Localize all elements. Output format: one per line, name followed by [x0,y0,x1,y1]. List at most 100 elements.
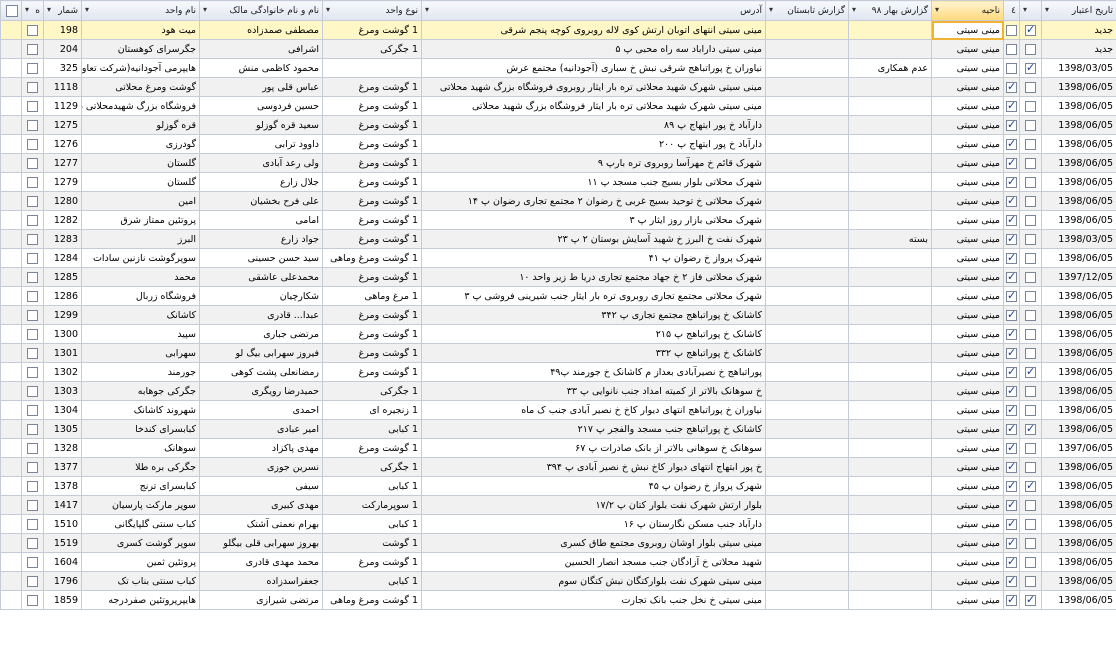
spring-cell[interactable] [848,248,932,268]
table-row[interactable]: 1302 جورمند رمضانعلی پشت کوهی 1 گوشت ومرغ پو… [0,362,1116,382]
dropdown-arrow-icon[interactable]: ▾ [25,5,29,14]
c0-cell[interactable] [21,172,44,192]
table-row[interactable]: 1284 سوپرگوشت نازنین سادات سید حسن حسینی 1 … [0,248,1116,268]
c0-checkbox[interactable] [27,62,38,74]
chk2-cell[interactable] [1003,229,1020,249]
chk1-checkbox[interactable] [1025,479,1036,492]
unit-type-cell[interactable]: 1 گوشت ومرغ [322,172,422,192]
unit-type-cell[interactable]: 1 گوشت ومرغ [322,343,422,363]
owner-cell[interactable]: جعفراسدزاده [199,571,323,591]
address-cell[interactable]: شهرک قائم خ مهرآسا روبروی تره بارپ ۹ [421,153,766,173]
summer-cell[interactable] [765,324,849,344]
chk2-checkbox[interactable] [1006,384,1017,397]
table-row[interactable]: 1129 فروشگاه بزرگ شهیدمحلاتی غر حسین فردوس… [0,96,1116,116]
date-cell[interactable]: 1398/03/05 [1041,229,1116,249]
chk2-checkbox[interactable] [1006,536,1017,549]
address-cell[interactable]: کاشانک خ پوراتباهج پ ۳۳۲ [421,343,766,363]
summer-cell[interactable] [765,514,849,534]
address-cell[interactable]: شهرک محلاتی خ توحید بسیج غربی خ رضوان ۲ … [421,191,766,211]
chk1-cell[interactable] [1019,58,1042,78]
c0-cell[interactable] [21,191,44,211]
date-cell[interactable]: 1398/06/05 [1041,115,1116,135]
summer-cell[interactable] [765,286,849,306]
chk1-cell[interactable] [1019,533,1042,553]
c0-checkbox[interactable] [27,423,38,435]
chk2-cell[interactable] [1003,457,1020,477]
shomar-cell[interactable]: 1276 [43,134,82,154]
unit-name-cell[interactable]: فروشگاه زربال [81,286,200,306]
table-row[interactable]: 1859 هایپرپروتئین صفردرجه مرتضی شیرازی 1 گو… [0,590,1116,610]
spring-cell[interactable] [848,419,932,439]
dropdown-arrow-icon[interactable]: ▾ [85,5,89,14]
c0-cell[interactable] [21,495,44,515]
chk1-checkbox[interactable] [1025,404,1036,416]
summer-cell[interactable] [765,305,849,325]
chk1-checkbox[interactable] [1025,328,1036,340]
table-row[interactable]: 204 جگرسرای کوهستان اشرافی 1 جگرکی مینی سیتی… [0,39,1116,59]
chk1-cell[interactable] [1019,286,1042,306]
spring-cell[interactable] [848,343,932,363]
row-selector[interactable] [0,134,22,154]
unit-name-cell[interactable]: قره گوزلو [81,115,200,135]
row-selector[interactable] [0,362,22,382]
spring-cell[interactable] [848,191,932,211]
table-row[interactable]: 198 میت هود مصطفی صمدزاده 1 گوشت ومرغ مینی س… [0,20,1116,40]
chk1-checkbox[interactable] [1025,593,1036,606]
owner-cell[interactable]: حمیدرضا رویگری [199,381,323,401]
shomar-cell[interactable]: 1417 [43,495,82,515]
unit-type-cell[interactable] [322,58,422,78]
chk1-cell[interactable] [1019,552,1042,572]
c0-cell[interactable] [21,324,44,344]
c0-checkbox[interactable] [27,119,38,131]
c0-checkbox[interactable] [27,328,38,340]
chk2-checkbox[interactable] [1006,498,1017,511]
c0-cell[interactable] [21,39,44,59]
dropdown-arrow-icon[interactable]: ▾ [852,5,856,14]
unit-name-cell[interactable]: کباب سنتی بناب تک [81,571,200,591]
date-cell[interactable]: 1398/06/05 [1041,324,1116,344]
unit-name-cell[interactable]: گلستان [81,153,200,173]
summer-cell[interactable] [765,419,849,439]
unit-type-cell[interactable]: 1 کبابی [322,571,422,591]
district-cell[interactable]: مینی سیتی [931,400,1004,420]
unit-type-cell[interactable]: 1 جگرکی [322,381,422,401]
chk2-checkbox[interactable] [1006,175,1017,188]
summer-cell[interactable] [765,191,849,211]
unit-type-cell[interactable]: 1 کبابی [322,476,422,496]
spring-cell[interactable] [848,153,932,173]
unit-name-cell[interactable]: سوپرگوشت نازنین سادات [81,248,200,268]
table-row[interactable]: 1378 کبابسرای ترنج سیفی 1 کبابی شهرک پرواز خ… [0,476,1116,496]
shomar-cell[interactable]: 1301 [43,343,82,363]
address-cell[interactable]: کاشانک خ پوراتباهج مجتمع تجاری پ ۳۴۲ [421,305,766,325]
district-cell[interactable]: مینی سیتی [931,552,1004,572]
c0-cell[interactable] [21,381,44,401]
owner-cell[interactable]: حسین فردوسی [199,96,323,116]
unit-type-cell[interactable]: 1 گوشت ومرغ [322,438,422,458]
c0-checkbox[interactable] [27,43,38,55]
shomar-cell[interactable]: 1510 [43,514,82,534]
shomar-cell[interactable]: 1519 [43,533,82,553]
unit-name-cell[interactable]: سوهانک [81,438,200,458]
c0-checkbox[interactable] [27,404,38,416]
chk2-checkbox[interactable] [1006,43,1017,55]
c0-checkbox[interactable] [27,556,38,568]
table-row[interactable]: 1280 امین علی فرح بخشیان 1 گوشت ومرغ شهرک مح… [0,191,1116,211]
chk2-cell[interactable] [1003,552,1020,572]
spring-cell[interactable] [848,77,932,97]
owner-cell[interactable]: ولی رعد آبادی [199,153,323,173]
column-header-unit-type[interactable]: نوع واحد ▾ [322,0,422,21]
column-header-unit-name[interactable]: نام واحد ▾ [81,0,200,21]
date-cell[interactable]: جدید [1041,39,1116,59]
spring-cell[interactable] [848,552,932,572]
summer-cell[interactable] [765,77,849,97]
chk2-checkbox[interactable] [1006,251,1017,264]
chk2-checkbox[interactable] [1006,403,1017,416]
chk1-checkbox[interactable] [1025,214,1036,226]
c0-checkbox[interactable] [27,537,38,549]
c0-cell[interactable] [21,552,44,572]
spring-cell[interactable] [848,495,932,515]
unit-type-cell[interactable]: 1 گوشت ومرغ [322,362,422,382]
chk2-checkbox[interactable] [1006,517,1017,530]
shomar-cell[interactable]: 1284 [43,248,82,268]
district-cell[interactable]: مینی سیتی [931,172,1004,192]
